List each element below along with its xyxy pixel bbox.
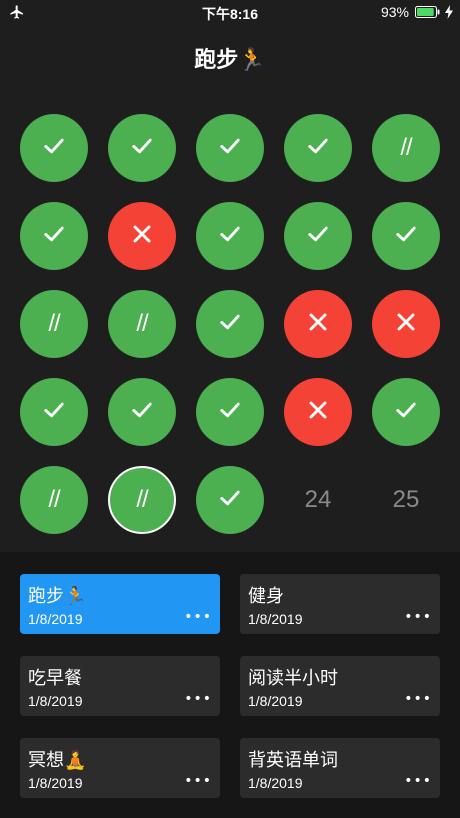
partial-mark: // [400,134,412,161]
day-cell[interactable] [20,114,88,182]
partial-mark: // [136,486,148,513]
day-number: 25 [392,486,420,513]
habit-date: 1/8/2019 [248,775,303,791]
habit-card[interactable]: 冥想🧘 1/8/2019 ••• [20,738,220,798]
day-cell[interactable]: // [108,466,176,534]
day-cell[interactable] [372,202,440,270]
day-cell[interactable] [108,202,176,270]
day-cell[interactable]: // [372,114,440,182]
check-icon [40,220,68,252]
more-options-icon[interactable]: ••• [404,609,432,625]
day-cell[interactable] [196,290,264,358]
more-options-icon[interactable]: ••• [184,773,212,789]
check-icon [392,396,420,428]
check-icon [216,396,244,428]
habit-card[interactable]: 吃早餐 1/8/2019 ••• [20,656,220,716]
habit-list-panel: 跑步🏃 1/8/2019 ••• 健身 1/8/2019 ••• 吃早餐 1/8/2019 ••… [0,552,460,818]
day-cell[interactable] [108,378,176,446]
cross-icon [304,396,332,428]
habit-name: 吃早餐 [28,668,82,689]
calendar-grid: // // // // // 24 25 [0,0,460,552]
day-cell[interactable] [20,202,88,270]
habit-date: 1/8/2019 [28,693,83,709]
habit-name: 阅读半小时 [248,668,338,689]
habit-date: 1/8/2019 [28,611,83,627]
partial-mark: // [48,310,60,337]
more-options-icon[interactable]: ••• [184,609,212,625]
day-cell[interactable] [372,378,440,446]
more-options-icon[interactable]: ••• [404,691,432,707]
check-icon [128,396,156,428]
day-cell[interactable] [196,202,264,270]
habit-card[interactable]: 健身 1/8/2019 ••• [240,574,440,634]
check-icon [304,220,332,252]
day-cell[interactable]: // [20,466,88,534]
habit-card[interactable]: 跑步🏃 1/8/2019 ••• [20,574,220,634]
day-cell[interactable] [196,466,264,534]
cross-icon [392,308,420,340]
day-cell[interactable]: 24 [284,466,352,534]
partial-mark: // [136,310,148,337]
check-icon [392,220,420,252]
more-options-icon[interactable]: ••• [404,773,432,789]
day-cell[interactable] [108,114,176,182]
habit-card[interactable]: 背英语单词 1/8/2019 ••• [240,738,440,798]
day-cell[interactable]: 25 [372,466,440,534]
check-icon [216,220,244,252]
day-cell[interactable]: // [20,290,88,358]
check-icon [40,396,68,428]
day-cell[interactable] [284,114,352,182]
partial-mark: // [48,486,60,513]
habit-date: 1/8/2019 [248,611,303,627]
day-number: 24 [304,486,332,513]
habit-date: 1/8/2019 [248,693,303,709]
habit-date: 1/8/2019 [28,775,83,791]
habit-name: 健身 [248,586,284,607]
day-cell[interactable] [372,290,440,358]
day-cell[interactable] [284,378,352,446]
day-cell[interactable] [20,378,88,446]
cross-icon [304,308,332,340]
cross-icon [128,220,156,252]
day-cell[interactable] [284,202,352,270]
check-icon [40,132,68,164]
check-icon [216,308,244,340]
more-options-icon[interactable]: ••• [184,691,212,707]
habit-card[interactable]: 阅读半小时 1/8/2019 ••• [240,656,440,716]
habit-name: 跑步🏃 [28,586,87,607]
day-cell[interactable]: // [108,290,176,358]
day-cell[interactable] [196,378,264,446]
habit-name: 背英语单词 [248,750,338,771]
day-cell[interactable] [196,114,264,182]
check-icon [128,132,156,164]
day-cell[interactable] [284,290,352,358]
check-icon [216,484,244,516]
habit-name: 冥想🧘 [28,750,87,771]
check-icon [304,132,332,164]
check-icon [216,132,244,164]
